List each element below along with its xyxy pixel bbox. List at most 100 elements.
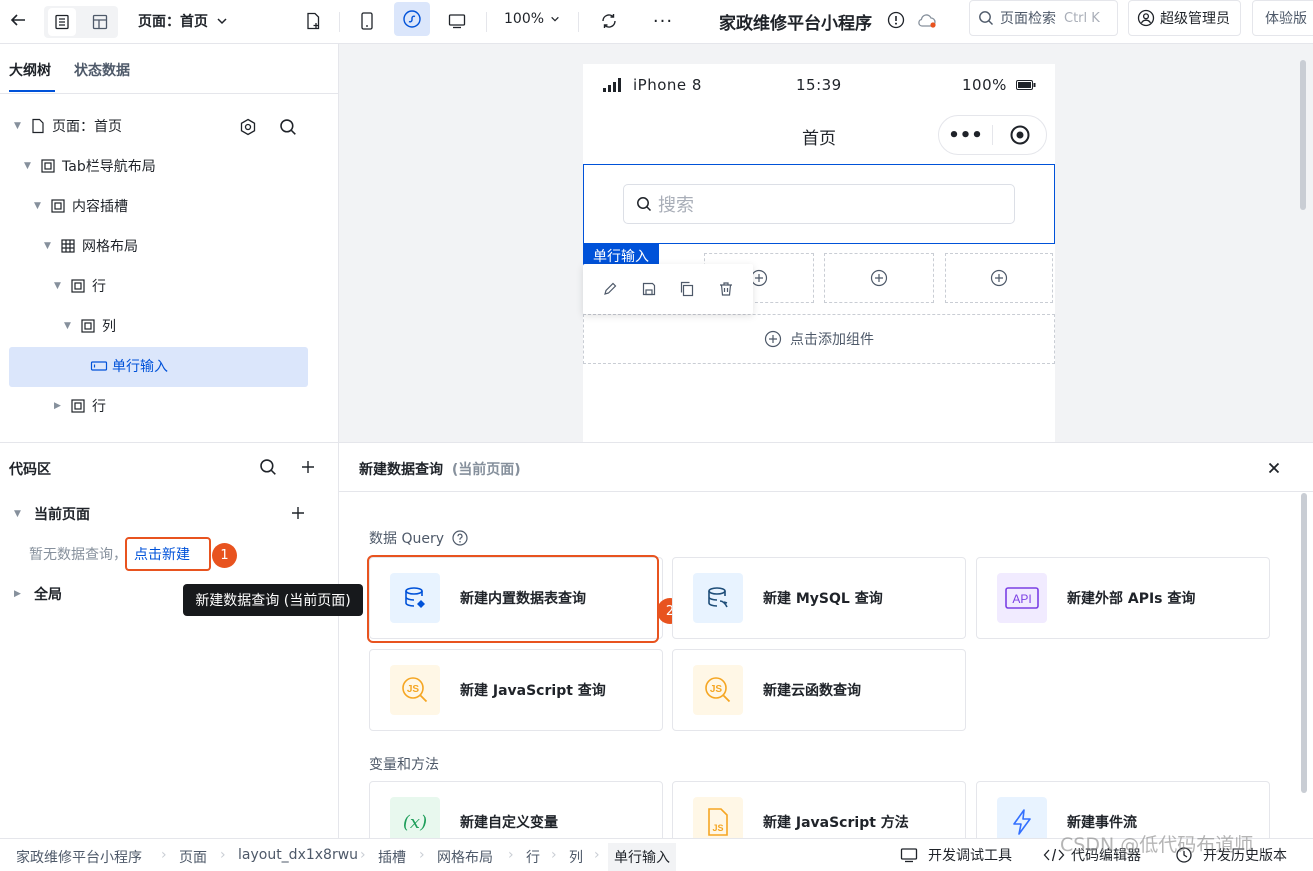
edit-icon[interactable] — [602, 281, 618, 297]
code-editor-button[interactable]: 代码编辑器 — [1043, 845, 1141, 865]
refresh-icon[interactable] — [596, 8, 622, 34]
card-new-cloud-function-query[interactable]: JS 新建云函数查询 — [672, 649, 966, 731]
add-circle-icon — [870, 269, 888, 287]
cloud-sync-icon[interactable] — [914, 8, 940, 34]
tab-state-data[interactable]: 状态数据 — [74, 60, 130, 80]
breadcrumb-grid[interactable]: 网格布局 — [437, 847, 493, 867]
section-global[interactable]: ▶ 全局 — [14, 584, 62, 604]
caret-down-icon: ▼ — [54, 281, 61, 291]
tree-node-content-slot[interactable]: ▼ 内容插槽 — [34, 186, 128, 226]
mysql-icon — [693, 573, 743, 623]
code-panel: 代码区 ▼ 当前页面 暂无数据查询， 点击新建 1 ▶ 全局 新建数据查询 (当… — [0, 442, 363, 838]
layout-view-icon[interactable] — [86, 8, 114, 36]
input-icon — [90, 358, 108, 374]
breadcrumb-app[interactable]: 家政维修平台小程序 — [16, 847, 142, 867]
code-add-icon[interactable] — [298, 457, 318, 477]
breadcrumb-row[interactable]: 行 — [526, 847, 540, 867]
breadcrumb-separator: › — [508, 847, 514, 863]
component-action-toolbar — [583, 264, 753, 314]
grid-cell-add[interactable] — [945, 253, 1053, 303]
card-label: 新建 JavaScript 方法 — [763, 815, 909, 831]
new-page-icon[interactable] — [300, 8, 326, 34]
tree-node-column[interactable]: ▼ 列 — [64, 306, 116, 346]
new-query-link[interactable]: 点击新建 — [134, 544, 190, 564]
tree-label: Tab栏导航布局 — [62, 159, 156, 175]
breadcrumb-page[interactable]: 页面 — [179, 847, 207, 867]
add-component-zone[interactable]: 点击添加组件 — [583, 314, 1055, 364]
tooltip: 新建数据查询 (当前页面) — [183, 584, 363, 616]
caret-down-icon: ▼ — [34, 201, 41, 211]
tree-node-single-input[interactable]: 单行输入 — [90, 346, 168, 386]
tree-label: 内容插槽 — [72, 199, 128, 215]
delete-icon[interactable] — [718, 281, 734, 297]
more-icon[interactable]: ··· — [650, 8, 676, 34]
card-new-external-api-query[interactable]: API 新建外部 APIs 查询 — [976, 557, 1270, 639]
tree-node-row[interactable]: ▶ 行 — [54, 386, 106, 426]
debug-tools-button[interactable]: 开发调试工具 — [900, 845, 1012, 865]
history-button[interactable]: 开发历史版本 — [1175, 845, 1287, 865]
copy-icon[interactable] — [679, 281, 695, 297]
capsule-more-icon[interactable]: ••• — [939, 125, 992, 146]
svg-text:(x): (x) — [403, 812, 427, 833]
desktop-preview-icon[interactable] — [444, 8, 470, 34]
miniprogram-preview-icon[interactable] — [394, 2, 430, 36]
breadcrumb-slot[interactable]: 插槽 — [378, 847, 406, 867]
query-panel-title-sub: (当前页面) — [451, 462, 521, 478]
caret-down-icon: ▼ — [14, 509, 21, 519]
monitor-icon — [900, 847, 918, 863]
current-page-add-icon[interactable] — [288, 503, 308, 523]
info-icon[interactable] — [884, 8, 908, 32]
save-icon[interactable] — [641, 281, 657, 297]
container-icon — [50, 198, 66, 214]
panel-scrollbar[interactable] — [1301, 493, 1307, 793]
close-icon[interactable] — [1263, 457, 1285, 479]
card-label: 新建 JavaScript 查询 — [460, 683, 606, 699]
tree-node-grid-layout[interactable]: ▼ 网格布局 — [44, 226, 138, 266]
back-arrow-icon[interactable] — [6, 8, 30, 32]
grid-cell-add[interactable] — [824, 253, 934, 303]
breadcrumb-separator: › — [220, 847, 226, 863]
page-view-icon[interactable] — [48, 8, 76, 36]
annotation-marker-1: 1 — [212, 543, 237, 568]
section-current-page[interactable]: ▼ 当前页面 — [14, 504, 90, 524]
settings-icon[interactable] — [238, 117, 258, 137]
capsule-menu[interactable]: ••• — [938, 115, 1047, 155]
tree-node-page[interactable]: ▼ 页面：首页 — [14, 106, 122, 146]
status-bar: 家政维修平台小程序 › 页面 › layout_dx1x8rwu › 插槽 › … — [0, 838, 1313, 871]
tree-label: 单行输入 — [112, 359, 168, 375]
zoom-select[interactable]: 100% — [504, 11, 560, 27]
card-new-javascript-query[interactable]: JS 新建 JavaScript 查询 — [369, 649, 663, 731]
mobile-preview-icon[interactable] — [354, 8, 380, 34]
canvas-scrollbar[interactable] — [1300, 60, 1306, 210]
page-selector-label: 页面：首页 — [138, 14, 208, 30]
breadcrumb-layout[interactable]: layout_dx1x8rwu — [238, 847, 358, 863]
breadcrumb-separator: › — [161, 847, 167, 863]
history-label: 开发历史版本 — [1203, 848, 1287, 864]
card-new-mysql-query[interactable]: 新建 MySQL 查询 — [672, 557, 966, 639]
page-selector[interactable]: 页面：首页 — [138, 11, 228, 31]
user-menu-button[interactable]: 超级管理员 — [1128, 0, 1241, 36]
history-icon — [1175, 846, 1193, 864]
battery-icon — [1016, 80, 1036, 90]
breadcrumb-column[interactable]: 列 — [569, 847, 583, 867]
code-search-icon[interactable] — [258, 457, 278, 477]
caret-down-icon: ▼ — [14, 121, 21, 131]
caret-down-icon: ▼ — [64, 321, 71, 331]
tab-outline-tree[interactable]: 大纲树 — [9, 60, 51, 80]
tree-label: 页面：首页 — [52, 119, 122, 135]
code-icon — [1043, 847, 1065, 863]
version-button[interactable]: 体验版 — [1252, 0, 1313, 36]
tree-search-icon[interactable] — [278, 117, 298, 137]
caret-right-icon: ▶ — [14, 589, 21, 599]
card-label: 新建自定义变量 — [460, 815, 558, 831]
phone-search-input[interactable]: 搜索 — [623, 184, 1015, 224]
phone-battery-text: 100% — [962, 76, 1007, 94]
page-search-button[interactable]: 页面检索 Ctrl K — [969, 0, 1118, 36]
card-label: 新建外部 APIs 查询 — [1067, 591, 1196, 607]
tree-node-row[interactable]: ▼ 行 — [54, 266, 106, 306]
card-label: 新建 MySQL 查询 — [763, 591, 883, 607]
help-icon[interactable] — [452, 530, 468, 546]
tree-node-tab-layout[interactable]: ▼ Tab栏导航布局 — [24, 146, 156, 186]
capsule-close-icon[interactable] — [993, 125, 1046, 145]
tree-label: 行 — [92, 399, 106, 415]
